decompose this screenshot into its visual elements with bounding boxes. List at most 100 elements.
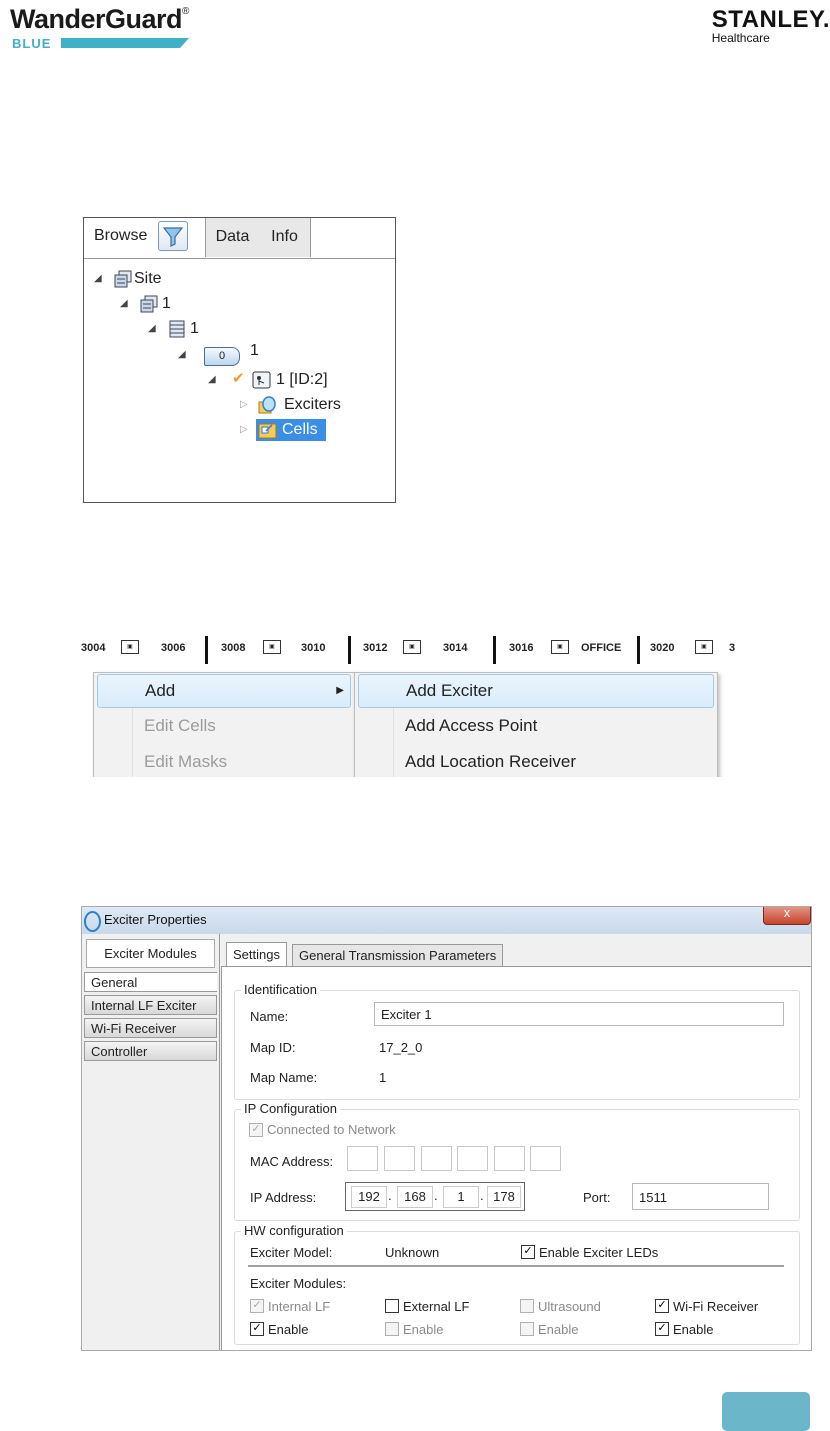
tab-browse[interactable]: Browse <box>84 218 205 257</box>
room-label: 3008 <box>221 642 246 654</box>
tree-label-exciters: Exciters <box>284 396 341 413</box>
ip-octet-4[interactable]: 178 <box>487 1186 521 1208</box>
tab-data[interactable]: Data <box>205 218 260 257</box>
site-icon <box>114 270 132 288</box>
menu-item-edit-cells[interactable]: Edit Cells <box>97 710 349 742</box>
collapse-arrow-icon[interactable]: ◢ <box>178 344 186 366</box>
map-name-label: Map Name: <box>250 1070 318 1085</box>
room-label: OFFICE <box>581 642 622 654</box>
stanley-logo: STANLEY. Healthcare <box>712 6 830 45</box>
floorplan-context: 3004 ▣ 3006 3008 ▣ 3010 3012 ▣ 3014 3016… <box>81 636 735 777</box>
name-field[interactable]: Exciter 1 <box>374 1002 784 1026</box>
collapse-arrow-icon[interactable]: ◢ <box>148 318 156 340</box>
ip-octet-2[interactable]: 168 <box>397 1186 433 1208</box>
tree-label-site: Site <box>134 270 162 287</box>
wanderguard-logo: WanderGuard® BLUE <box>10 4 189 51</box>
collapse-arrow-icon[interactable]: ◢ <box>120 293 128 315</box>
ultrasound-checkbox[interactable] <box>520 1299 534 1313</box>
stanley-wordmark: STANLEY. <box>711 6 830 33</box>
tree-label-building: 1 <box>162 295 171 312</box>
external-lf-enable-checkbox[interactable] <box>385 1322 399 1336</box>
menu-item-add-exciter[interactable]: Add Exciter <box>358 674 714 708</box>
building-icon <box>140 295 158 313</box>
map-id-label: Map ID: <box>250 1040 296 1055</box>
internal-lf-enable-checkbox[interactable]: ✓ <box>250 1322 264 1336</box>
mac-octet-field[interactable] <box>494 1146 525 1171</box>
hw-configuration-title: HW configuration <box>241 1223 347 1238</box>
browse-tabs: Browse Data Info <box>84 218 395 259</box>
tab-general-transmission[interactable]: General Transmission Parameters <box>292 944 504 967</box>
settings-page: Identification Name: Exciter 1 Map ID: 1… <box>221 966 811 1350</box>
room-label: 3014 <box>443 642 468 654</box>
wifi-receiver-checkbox[interactable]: ✓ <box>655 1299 669 1313</box>
port-field[interactable]: 1511 <box>632 1183 769 1210</box>
tab-wifi-receiver[interactable]: Wi-Fi Receiver <box>84 1018 217 1038</box>
ip-octet-1[interactable]: 192 <box>351 1186 387 1208</box>
menu-item-edit-masks-label: Edit Masks <box>144 752 228 771</box>
expand-arrow-icon[interactable]: ▷ <box>240 419 248 441</box>
door-icon: ▣ <box>551 640 569 654</box>
collapse-arrow-icon[interactable]: ◢ <box>94 268 102 290</box>
external-lf-label: External LF <box>403 1299 470 1314</box>
tab-info[interactable]: Info <box>259 218 311 257</box>
port-label: Port: <box>583 1190 611 1205</box>
enable-leds-checkbox[interactable]: ✓ <box>521 1245 535 1259</box>
menu-item-add-location-receiver[interactable]: Add Location Receiver <box>358 746 712 777</box>
collapse-arrow-icon[interactable]: ◢ <box>208 369 216 391</box>
tab-controller[interactable]: Controller <box>84 1041 217 1061</box>
expand-arrow-icon[interactable]: ▷ <box>240 394 248 416</box>
map-name-value: 1 <box>379 1070 387 1085</box>
enable-leds-label: Enable Exciter LEDs <box>539 1245 659 1260</box>
floor-icon <box>169 320 185 338</box>
ip-address-field: 192 . 168 . 1 . 178 <box>345 1182 525 1211</box>
tree-label-floor: 1 <box>190 320 199 337</box>
tab-general[interactable]: General <box>84 972 217 992</box>
door-icon: ▣ <box>695 640 713 654</box>
mac-octet-field[interactable] <box>347 1146 378 1171</box>
page-nav-button[interactable] <box>722 1392 810 1431</box>
menu-item-add-label: Add <box>145 681 176 700</box>
ip-configuration-group: IP Configuration ✓ Connected to Network … <box>234 1101 800 1221</box>
wifi-receiver-enable-checkbox[interactable]: ✓ <box>655 1322 669 1336</box>
internal-lf-label: Internal LF <box>268 1299 331 1314</box>
menu-item-add[interactable]: Add ▶ <box>97 674 351 708</box>
menu-item-add-access-point[interactable]: Add Access Point <box>358 710 712 742</box>
menu-item-edit-masks[interactable]: Edit Masks <box>97 746 349 777</box>
door-icon: ▣ <box>403 640 421 654</box>
mac-octet-field[interactable] <box>384 1146 415 1171</box>
tab-internal-lf-exciter[interactable]: Internal LF Exciter <box>84 995 217 1015</box>
map-id-value: 17_2_0 <box>379 1040 423 1055</box>
exciter-icon <box>84 911 101 932</box>
wall-divider <box>493 636 496 664</box>
mac-octet-field[interactable] <box>530 1146 561 1171</box>
external-lf-checkbox[interactable] <box>385 1299 399 1313</box>
room-label: 3004 <box>81 642 106 654</box>
wall-divider <box>637 636 640 664</box>
exciter-model-label: Exciter Model: <box>250 1245 333 1260</box>
room-label: 3010 <box>301 642 326 654</box>
close-button[interactable]: x <box>763 907 811 925</box>
identification-group: Identification Name: Exciter 1 Map ID: 1… <box>234 982 800 1100</box>
tab-settings[interactable]: Settings <box>226 942 287 967</box>
ip-address-label: IP Address: <box>250 1190 317 1205</box>
tab-exciter-modules[interactable]: Exciter Modules <box>86 939 215 968</box>
ip-octet-3[interactable]: 1 <box>443 1186 479 1208</box>
connected-checkbox[interactable]: ✓ <box>249 1123 263 1137</box>
room-label: 3016 <box>509 642 534 654</box>
mac-octet-field[interactable] <box>457 1146 488 1171</box>
ultrasound-label: Ultrasound <box>538 1299 601 1314</box>
ultrasound-enable-checkbox[interactable] <box>520 1322 534 1336</box>
add-submenu: Add Exciter Add Access Point Add Locatio… <box>354 672 718 777</box>
mac-octet-field[interactable] <box>421 1146 452 1171</box>
exciter-properties-dialog: Exciter Properties x Exciter Modules Gen… <box>81 906 812 1351</box>
room-label: 3006 <box>161 642 186 654</box>
check-icon: ✔ <box>232 370 245 387</box>
submenu-arrow-icon: ▶ <box>336 685 344 696</box>
door-icon: ▣ <box>121 640 139 654</box>
dialog-titlebar: Exciter Properties x <box>82 907 811 934</box>
internal-lf-checkbox[interactable]: ✓ <box>250 1299 264 1313</box>
hw-configuration-group: HW configuration Exciter Model: Unknown … <box>234 1223 800 1345</box>
door-icon: ▣ <box>263 640 281 654</box>
tree-label-controller: 1 [ID:2] <box>276 371 328 388</box>
filter-button[interactable] <box>158 221 188 251</box>
